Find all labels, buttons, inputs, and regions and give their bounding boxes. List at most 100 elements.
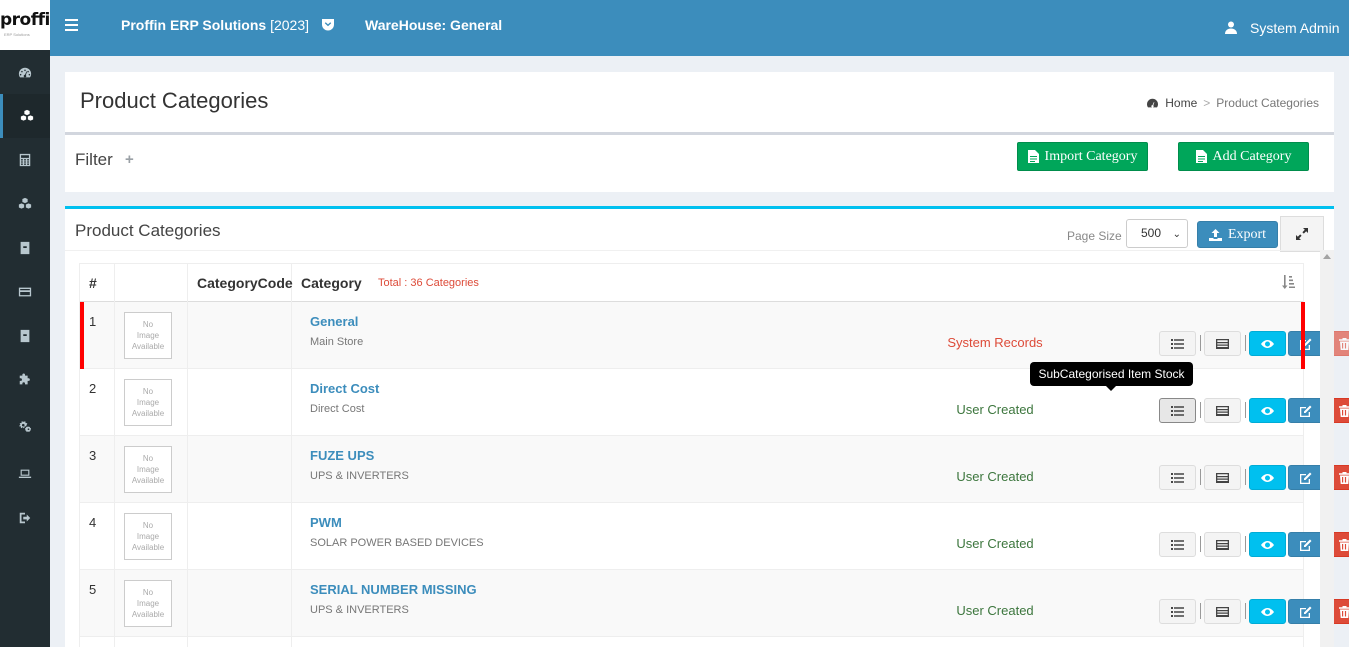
chevron-down-icon: ⌄	[1172, 229, 1181, 240]
item-list-button[interactable]	[1204, 398, 1241, 423]
scroll-up-icon[interactable]	[1323, 254, 1331, 259]
subcategory-stock-button[interactable]	[1159, 398, 1196, 423]
no-image-text: Image	[136, 532, 160, 541]
sort-icon[interactable]	[1281, 275, 1295, 289]
page-header-box: Product Categories Home > Product Catego…	[65, 72, 1334, 192]
category-name-link[interactable]: FUZE UPS	[310, 448, 374, 463]
sidebar-item-logout[interactable]	[0, 496, 50, 540]
item-list-button[interactable]	[1204, 599, 1241, 624]
edit-button[interactable]	[1288, 599, 1323, 624]
puzzle-icon	[19, 373, 30, 385]
view-button[interactable]	[1249, 331, 1286, 356]
category-name-link[interactable]: General	[310, 314, 358, 329]
tooltip: SubCategorised Item Stock	[1030, 362, 1193, 391]
col-category-code[interactable]: CategoryCode	[188, 264, 293, 302]
trash-icon	[1339, 471, 1349, 484]
edit-button[interactable]	[1288, 465, 1323, 490]
separator	[1200, 536, 1201, 552]
logo-subtext: ERP Solutions	[4, 32, 30, 37]
breadcrumb-current: Product Categories	[1216, 96, 1319, 110]
separator	[1200, 335, 1201, 351]
sidebar-item-stock[interactable]	[0, 314, 50, 358]
breadcrumb-home[interactable]: Home	[1165, 96, 1197, 110]
status-label: System Records	[947, 335, 1043, 350]
subcategory-stock-button[interactable]	[1159, 599, 1196, 624]
table-scrollbar[interactable]	[1320, 250, 1334, 647]
user-menu[interactable]: System Admin	[1250, 20, 1339, 36]
image-cell: No Image Available	[115, 436, 188, 503]
filter-label[interactable]: Filter	[75, 150, 113, 170]
col-category[interactable]: Category	[292, 264, 372, 302]
list-icon	[1171, 405, 1184, 416]
subcategory-stock-button[interactable]	[1159, 532, 1196, 557]
sidebar-item-pos[interactable]	[0, 452, 50, 496]
page-size-label: Page Size	[1067, 229, 1122, 243]
section-title: Product Categories	[75, 221, 221, 240]
fullscreen-button[interactable]	[1280, 216, 1324, 252]
sidebar-item-payments[interactable]	[0, 270, 50, 314]
breadcrumb: Home > Product Categories	[1146, 96, 1319, 110]
category-code-cell	[188, 436, 292, 503]
list-icon	[1171, 472, 1184, 483]
cubes-icon	[20, 109, 33, 121]
row-number: 3	[80, 436, 115, 503]
no-image-text: Image	[136, 465, 160, 474]
menu-toggle-icon[interactable]	[65, 19, 78, 31]
category-name-link[interactable]: SERIAL NUMBER MISSING	[310, 582, 477, 597]
view-button[interactable]	[1249, 465, 1286, 490]
export-label: Export	[1227, 226, 1267, 242]
category-code-cell	[188, 302, 292, 369]
row-number	[80, 637, 115, 647]
edit-button[interactable]	[1288, 398, 1323, 423]
filter-expand-icon[interactable]: +	[125, 151, 134, 168]
sidebar-item-accounts[interactable]	[0, 138, 50, 182]
no-image-text: No	[142, 588, 154, 597]
list-alt-icon	[1216, 405, 1229, 416]
divider	[65, 250, 1334, 251]
sidebar-item-dashboard[interactable]	[0, 51, 50, 95]
category-name-link[interactable]: Direct Cost	[310, 381, 379, 396]
category-code-cell	[188, 570, 292, 637]
import-category-label: Import Category	[1044, 148, 1138, 164]
warehouse-selector[interactable]: WareHouse: General	[365, 17, 502, 33]
image-cell: No Image Available	[115, 503, 188, 570]
user-icon	[1225, 21, 1237, 34]
subcategory-stock-button[interactable]	[1159, 331, 1196, 356]
item-list-button[interactable]	[1204, 331, 1241, 356]
sidebar-item-products[interactable]	[0, 94, 50, 138]
edit-icon	[1300, 472, 1312, 484]
category-code-cell	[188, 503, 292, 570]
trash-icon	[1339, 337, 1349, 350]
divider	[65, 132, 1334, 135]
page-size-select[interactable]: 500 ⌄	[1126, 219, 1188, 248]
export-button[interactable]: Export	[1197, 221, 1278, 248]
image-cell: No Image Available	[115, 302, 188, 369]
item-list-button[interactable]	[1204, 532, 1241, 557]
subcategory-stock-button[interactable]	[1159, 465, 1196, 490]
image-cell	[115, 637, 188, 647]
add-category-button[interactable]: Add Category	[1178, 142, 1309, 171]
view-button[interactable]	[1249, 599, 1286, 624]
item-list-button[interactable]	[1204, 465, 1241, 490]
edit-button[interactable]	[1288, 532, 1323, 557]
view-button[interactable]	[1249, 532, 1286, 557]
logo[interactable]: proffin ERP Solutions	[0, 0, 50, 50]
separator	[1245, 402, 1246, 418]
pocket-icon[interactable]	[321, 18, 335, 32]
category-name-link[interactable]: PWM	[310, 515, 342, 530]
trash-icon	[1339, 404, 1349, 417]
eye-icon	[1261, 607, 1274, 616]
sidebar-item-plugins[interactable]	[0, 358, 50, 402]
edit-icon	[1300, 405, 1312, 417]
edit-icon	[1300, 539, 1312, 551]
edit-button[interactable]	[1288, 331, 1323, 356]
import-category-button[interactable]: Import Category	[1017, 142, 1148, 171]
eye-icon	[1261, 473, 1274, 482]
no-image-placeholder: No Image Available	[124, 513, 172, 560]
no-image-text: No	[142, 454, 154, 463]
sidebar-item-archive[interactable]	[0, 226, 50, 270]
sidebar-item-settings[interactable]	[0, 404, 50, 448]
sidebar-item-inventory[interactable]	[0, 182, 50, 226]
no-image-placeholder: No Image Available	[124, 580, 172, 627]
view-button[interactable]	[1249, 398, 1286, 423]
